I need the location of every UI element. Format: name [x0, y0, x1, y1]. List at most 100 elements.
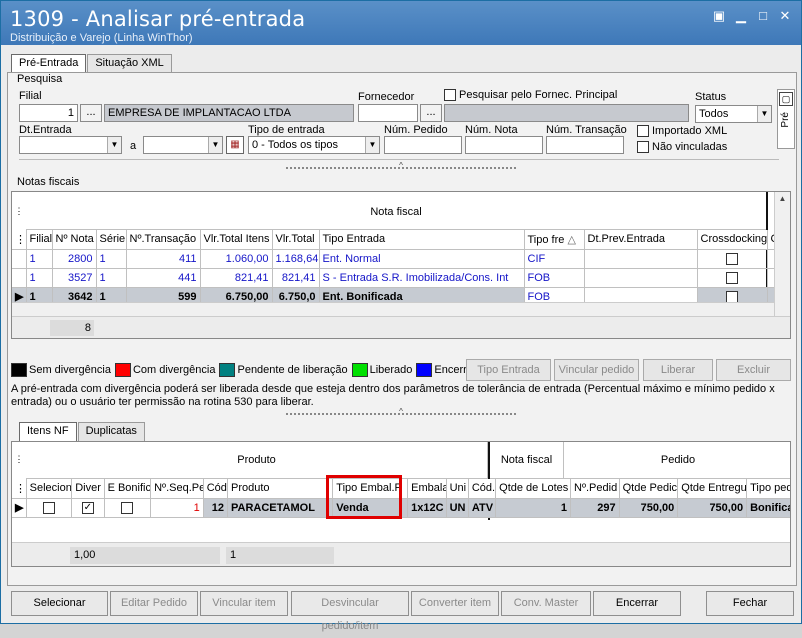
filial-name-field: EMPRESA DE IMPLANTACAO LTDA: [104, 104, 354, 122]
filial-input[interactable]: 1: [19, 104, 78, 122]
pesquisa-group-label: Pesquisa: [17, 73, 63, 85]
num-nota-input[interactable]: [465, 136, 543, 154]
side-tab-pre[interactable]: ▢ Pré: [777, 89, 795, 149]
liberar-button[interactable]: Liberar: [643, 359, 713, 381]
num-transacao-label: Núm. Transação: [546, 124, 627, 136]
col-vlr-total[interactable]: Vlr.Total: [272, 230, 320, 250]
splitter-bottom[interactable]: ^: [286, 407, 516, 421]
col-seq-pedido[interactable]: Nº.Seq.Pe: [150, 479, 204, 499]
pin-icon[interactable]: ▢: [779, 92, 793, 106]
filial-search-button[interactable]: ...: [80, 104, 102, 122]
col-tipo-entrada[interactable]: Tipo Entrada: [319, 230, 525, 250]
chevron-down-icon[interactable]: ▼: [757, 106, 771, 122]
conv-master-button[interactable]: Conv. Master: [501, 591, 591, 616]
col-crossdocking[interactable]: Crossdocking: [697, 230, 768, 250]
tab-situacao-xml[interactable]: Situação XML: [87, 54, 172, 73]
col-serie[interactable]: Série: [96, 230, 127, 250]
importado-xml-checkbox[interactable]: [637, 125, 649, 137]
col-embalagem[interactable]: Embala: [407, 479, 447, 499]
title-bar: 1309 - Analisar pré-entrada Distribuição…: [1, 1, 801, 45]
col-cod[interactable]: Cód: [203, 479, 229, 499]
grid-menu-icon[interactable]: ⋮: [12, 192, 26, 230]
fornecedor-label: Fornecedor: [358, 91, 415, 103]
importado-xml-label: Importado XML: [652, 125, 728, 137]
minimize-icon[interactable]: ▁: [733, 9, 749, 24]
col-produto[interactable]: Produto: [227, 479, 334, 499]
selecionado-checkbox[interactable]: [42, 501, 55, 514]
col-qtde-lotes[interactable]: Qtde de Lotes: [495, 479, 572, 499]
tab-pre-entrada[interactable]: Pré-Entrada: [11, 54, 87, 74]
window-title: 1309 - Analisar pré-entrada: [10, 7, 306, 31]
col-transacao[interactable]: Nº.Transação: [126, 230, 201, 250]
converter-item-button[interactable]: Converter item: [411, 591, 499, 616]
selecionar-button[interactable]: Selecionar: [11, 591, 108, 616]
nota-fiscal-band: Nota fiscal: [490, 442, 564, 479]
chevron-down-icon[interactable]: ▼: [365, 137, 379, 153]
legend-swatch: [114, 363, 131, 377]
editar-pedido-button[interactable]: Editar Pedido: [110, 591, 198, 616]
crossdocking-checkbox[interactable]: [726, 271, 738, 284]
nao-vinculadas-checkbox[interactable]: [637, 141, 649, 153]
row-pointer-icon: ▶: [12, 498, 27, 518]
splitter-top[interactable]: ^: [286, 161, 516, 175]
crossdocking-checkbox[interactable]: [726, 252, 738, 265]
vertical-scrollbar[interactable]: ▲: [774, 192, 790, 316]
col-unidade[interactable]: Uni: [446, 479, 469, 499]
calendar-icon[interactable]: ▦: [226, 136, 244, 154]
dt-entrada-end[interactable]: ▼: [143, 136, 223, 154]
horizontal-scrollbar[interactable]: [12, 302, 790, 316]
table-row[interactable]: 1 3527 1 441 821,41 821,41 S - Entrada S.R. Im…: [12, 268, 790, 288]
col-tipo-frete[interactable]: Tipo fre △: [524, 230, 585, 250]
notas-fiscais-label: Notas fiscais: [17, 176, 80, 188]
divergencia-checkbox-checked[interactable]: ✓: [81, 501, 94, 514]
col-num-pedido[interactable]: Nº.Pedid: [570, 479, 620, 499]
encerrar-button[interactable]: Encerrar: [593, 591, 681, 616]
fechar-button[interactable]: Fechar: [706, 591, 794, 616]
info-text: A pré-entrada com divergência poderá ser…: [11, 383, 775, 408]
fornecedor-input[interactable]: [358, 104, 418, 122]
filial-label: Filial: [19, 90, 42, 102]
col-nota[interactable]: Nº Nota: [52, 230, 97, 250]
desvincular-pedido-item-button[interactable]: Desvincular pedido/item: [291, 591, 409, 632]
col-selecionado[interactable]: Selecion: [26, 479, 73, 499]
tab-duplicatas[interactable]: Duplicatas: [77, 422, 145, 441]
window-subtitle: Distribuição e Varejo (Linha WinThor): [10, 32, 193, 44]
fornecedor-principal-checkbox[interactable]: [444, 89, 456, 101]
notas-count: 8: [50, 320, 94, 336]
num-pedido-label: Núm. Pedido: [384, 124, 448, 136]
maximize-icon[interactable]: □: [755, 9, 771, 24]
restore-icon[interactable]: ▣: [711, 9, 727, 24]
col-divergencia[interactable]: Diver: [71, 479, 105, 499]
crossdocking-checkbox[interactable]: [726, 290, 738, 303]
col-vlr-total-itens[interactable]: Vlr.Total Itens: [200, 230, 273, 250]
vincular-item-button[interactable]: Vincular item: [200, 591, 288, 616]
main-window: 1309 - Analisar pré-entrada Distribuição…: [0, 0, 802, 632]
num-transacao-input[interactable]: [546, 136, 624, 154]
tipo-entrada-button[interactable]: Tipo Entrada: [466, 359, 551, 381]
sort-asc-icon: △: [567, 233, 576, 246]
tab-itens-nf[interactable]: Itens NF: [19, 422, 77, 442]
vincular-pedido-button[interactable]: Vincular pedido: [554, 359, 639, 381]
legend: Sem divergência Com divergência Pendente…: [11, 363, 485, 377]
grid-menu-icon[interactable]: ⋮: [12, 442, 26, 479]
col-dt-prev-entrada[interactable]: Dt.Prev.Entrada: [584, 230, 698, 250]
bonificada-checkbox[interactable]: [121, 501, 134, 514]
status-value: Todos: [699, 108, 729, 120]
col-qtde-entregue[interactable]: Qtde Entregu: [677, 479, 748, 499]
status-select[interactable]: Todos ▼: [695, 105, 772, 123]
tipo-entrada-select[interactable]: 0 - Todos os tipos ▼: [248, 136, 380, 154]
row-menu-icon[interactable]: ⋮: [12, 230, 27, 250]
excluir-button[interactable]: Excluir: [716, 359, 791, 381]
col-bonificada[interactable]: E Bonifica: [104, 479, 152, 499]
legend-swatch: [351, 363, 368, 377]
col-cod-2[interactable]: Cód.: [468, 479, 497, 499]
dt-entrada-start[interactable]: ▼: [19, 136, 122, 154]
close-icon[interactable]: ✕: [777, 9, 793, 24]
col-filial[interactable]: Filial: [26, 230, 53, 250]
highlight-box: [326, 475, 402, 519]
table-row[interactable]: 1 2800 1 411 1.060,00 1.168,64 Ent. Normal CIF: [12, 249, 790, 269]
col-qtde-pedida[interactable]: Qtde Pedic: [619, 479, 679, 499]
col-tipo-pedido[interactable]: Tipo pedid: [746, 479, 790, 499]
num-pedido-input[interactable]: [384, 136, 462, 154]
fornecedor-search-button[interactable]: ...: [420, 104, 442, 122]
